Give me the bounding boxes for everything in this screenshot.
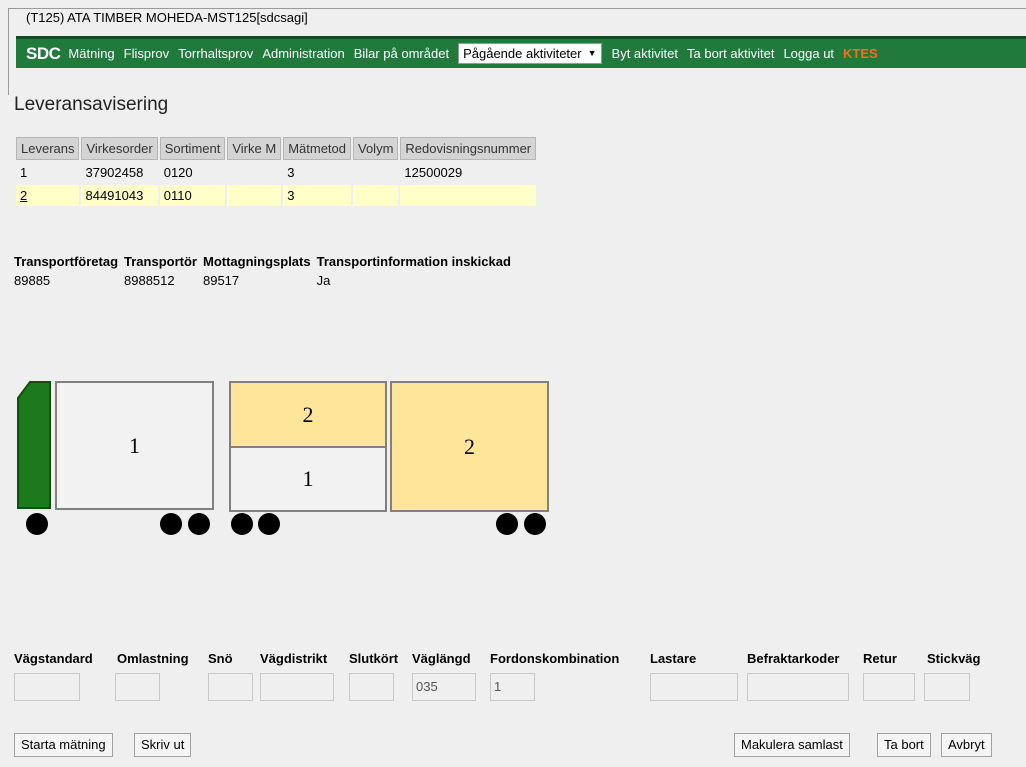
col-virke-m: Virke M xyxy=(227,137,282,160)
label-vagstandard: Vägstandard xyxy=(14,651,93,666)
col-mottagningsplats: Mottagningsplats xyxy=(202,254,311,269)
label-vagdistrikt: Vägdistrikt xyxy=(260,651,328,666)
stickvag-input[interactable] xyxy=(924,673,970,701)
sdc-logo[interactable]: SDC xyxy=(26,44,61,64)
activity-select-value: Pågående aktiviteter xyxy=(463,46,582,61)
nav-logga-ut[interactable]: Logga ut xyxy=(783,46,834,61)
wheel-icon xyxy=(231,513,253,535)
cell-matmetod: 3 xyxy=(287,165,295,180)
trailer-rear-box[interactable]: 2 xyxy=(390,381,549,512)
col-sortiment: Sortiment xyxy=(159,137,226,160)
nav-byt-aktivitet[interactable]: Byt aktivitet xyxy=(612,46,678,61)
print-button[interactable]: Skriv ut xyxy=(134,733,192,757)
abort-button[interactable]: Avbryt xyxy=(941,733,992,757)
deliveries-header-row: Leverans Virkesorder Sortiment Virke M M… xyxy=(16,137,537,160)
vagdistrikt-input[interactable] xyxy=(260,673,334,701)
label-stickvag: Stickväg xyxy=(927,651,981,666)
page-title: Leveransavisering xyxy=(14,94,169,115)
dropdown-arrow-icon: ▼ xyxy=(587,48,597,58)
delete-button[interactable]: Ta bort xyxy=(877,733,931,757)
activity-select[interactable]: Pågående aktiviteter ▼ xyxy=(458,43,602,64)
wheel-icon xyxy=(26,513,48,535)
cell-volym xyxy=(353,185,399,206)
mottagningsplats-value: 89517 xyxy=(202,273,240,288)
wheel-icon xyxy=(524,513,546,535)
label-omlastning: Omlastning xyxy=(117,651,189,666)
transportinformation-value: Ja xyxy=(316,273,331,288)
col-volym: Volym xyxy=(353,137,399,160)
trailer-front-bottom-box[interactable]: 1 xyxy=(229,446,387,512)
col-transportinformation: Transportinformation inskickad xyxy=(316,254,511,269)
lastare-input[interactable] xyxy=(650,673,738,701)
cell-volym xyxy=(353,162,398,183)
nav-flisprov[interactable]: Flisprov xyxy=(124,46,170,61)
label-sno: Snö xyxy=(208,651,233,666)
trailer-front-top-box[interactable]: 2 xyxy=(229,381,387,448)
truck-cab-icon xyxy=(17,381,51,509)
cell-leverans: 2 xyxy=(16,185,80,206)
wheel-icon xyxy=(496,513,518,535)
label-retur: Retur xyxy=(863,651,897,666)
label-befraktarkoder: Befraktarkoder xyxy=(747,651,840,666)
label-fordonskombination: Fordonskombination xyxy=(490,651,620,666)
label-slutkort: Slutkört xyxy=(349,651,399,666)
start-measurement-button[interactable]: Starta mätning xyxy=(14,733,113,757)
nav-ta-bort-aktivitet[interactable]: Ta bort aktivitet xyxy=(687,46,774,61)
window-legend: (T125) ATA TIMBER MOHEDA-MST125[sdcsagi] xyxy=(23,10,311,26)
cell-virke-m xyxy=(227,162,281,183)
wheel-icon xyxy=(160,513,182,535)
table-row-selected[interactable]: 2 84491043 0110 3 xyxy=(16,185,537,206)
col-transportforetag: Transportföretag xyxy=(14,254,119,269)
cell-sortiment: 0120 xyxy=(163,165,193,180)
transportor-value: 8988512 xyxy=(124,273,175,288)
transport-table: Transportföretag Transportör Mottagnings… xyxy=(12,252,515,290)
nav-administration[interactable]: Administration xyxy=(262,46,344,61)
befraktarkoder-input[interactable] xyxy=(747,673,849,701)
deliveries-table: Leverans Virkesorder Sortiment Virke M M… xyxy=(14,135,538,208)
cell-leverans: 1 xyxy=(20,165,28,180)
transport-value-row: 89885 8988512 89517 Ja xyxy=(12,271,515,290)
col-redovisningsnummer: Redovisningsnummer xyxy=(400,137,537,160)
col-virkesorder: Virkesorder xyxy=(81,137,158,160)
label-lastare: Lastare xyxy=(650,651,697,666)
cell-redovisningsnummer: 12500029 xyxy=(404,165,463,180)
fordonskombination-input[interactable]: 1 xyxy=(490,673,535,701)
cell-virke-m xyxy=(227,185,282,206)
truck-load-box[interactable]: 1 xyxy=(55,381,214,510)
transportforetag-value: 89885 xyxy=(14,273,51,288)
col-matmetod: Mätmetod xyxy=(283,137,351,160)
leverans-link[interactable]: 2 xyxy=(20,188,27,203)
omlastning-input[interactable] xyxy=(115,673,160,701)
wheel-icon xyxy=(258,513,280,535)
retur-input[interactable] xyxy=(863,673,915,701)
transport-header-row: Transportföretag Transportör Mottagnings… xyxy=(12,252,515,271)
slutkort-input[interactable] xyxy=(349,673,394,701)
nav-warning-text[interactable]: KTES xyxy=(843,46,878,61)
cell-virkesorder: 84491043 xyxy=(81,185,158,206)
sno-input[interactable] xyxy=(208,673,253,701)
nav-bilar-pa-omradet[interactable]: Bilar på området xyxy=(354,46,449,61)
nav-matning[interactable]: Mätning xyxy=(68,46,114,61)
vaglangd-input[interactable]: 035 xyxy=(412,673,476,701)
cell-virkesorder: 37902458 xyxy=(85,165,144,180)
col-leverans: Leverans xyxy=(16,137,80,160)
cancel-joint-load-button[interactable]: Makulera samlast xyxy=(734,733,850,757)
cell-sortiment: 0110 xyxy=(159,185,226,206)
wheel-icon xyxy=(188,513,210,535)
nav-torrhaltsprov[interactable]: Torrhaltsprov xyxy=(178,46,253,61)
vagstandard-input[interactable] xyxy=(14,673,80,701)
table-row: 1 37902458 0120 3 12500029 xyxy=(16,162,536,183)
main-navbar: SDC Mätning Flisprov Torrhaltsprov Admin… xyxy=(16,36,1026,68)
label-vaglangd: Väglängd xyxy=(412,651,471,666)
vehicle-diagram: 1 2 1 2 xyxy=(0,370,560,550)
cell-redovisningsnummer xyxy=(400,185,537,206)
cell-matmetod: 3 xyxy=(283,185,351,206)
col-transportor: Transportör xyxy=(124,254,197,269)
